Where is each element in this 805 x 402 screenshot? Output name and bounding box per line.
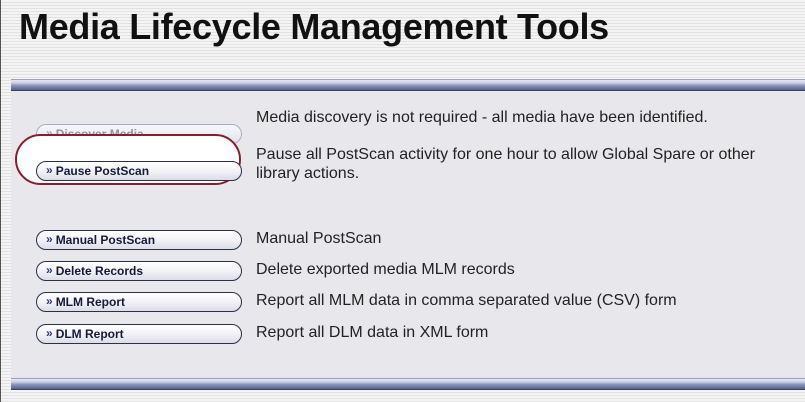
mlm-report-button[interactable]: » MLM Report (36, 292, 242, 312)
dlm-report-description: Report all DLM data in XML form (256, 324, 489, 341)
mlm-report-description: Report all MLM data in comma separated v… (256, 292, 677, 309)
delete-records-description: Delete exported media MLM records (256, 261, 515, 278)
delete-records-button-label: Delete Records (55, 264, 144, 278)
delete-records-button[interactable]: » Delete Records (36, 261, 242, 281)
page-title: Media Lifecycle Management Tools (19, 6, 609, 47)
double-chevron-right-icon: » (46, 326, 53, 340)
double-chevron-right-icon: » (46, 294, 53, 308)
pause-postscan-button-label: Pause PostScan (55, 164, 150, 178)
dlm-report-button-label: DLM Report (55, 327, 124, 341)
manual-postscan-button-label: Manual PostScan (55, 233, 156, 247)
pause-postscan-button[interactable]: » Pause PostScan (36, 161, 242, 181)
tools-page: Media Lifecycle Management Tools » Disco… (0, 0, 805, 402)
manual-postscan-button[interactable]: » Manual PostScan (36, 230, 242, 250)
mlm-report-button-label: MLM Report (55, 295, 126, 309)
header-divider-band (11, 79, 805, 91)
manual-postscan-description: Manual PostScan (256, 230, 382, 247)
double-chevron-right-icon: » (46, 232, 53, 246)
dlm-report-button[interactable]: » DLM Report (36, 324, 242, 344)
footer-divider-band (11, 378, 805, 390)
pause-postscan-description: Pause all PostScan activity for one hour… (256, 146, 755, 182)
discover-media-description: Media discovery is not required - all me… (256, 109, 708, 126)
double-chevron-right-icon: » (46, 163, 53, 177)
double-chevron-right-icon: » (46, 263, 53, 277)
